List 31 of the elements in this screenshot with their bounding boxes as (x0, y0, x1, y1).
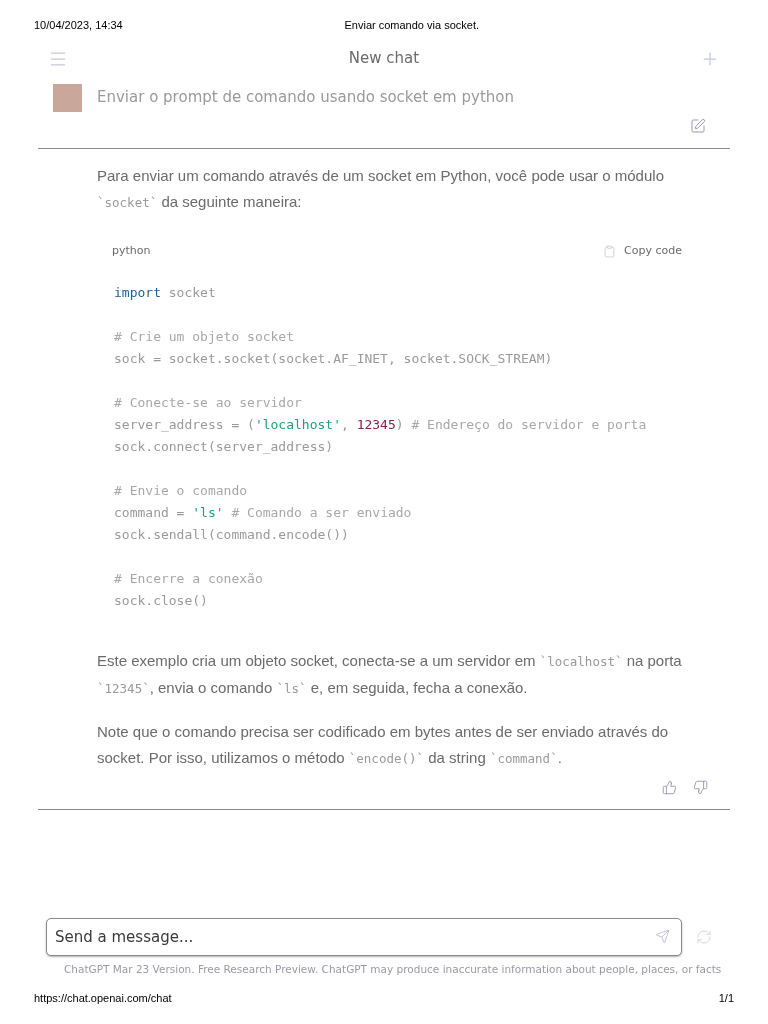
chat-title: New chat (348, 48, 420, 70)
send-icon[interactable] (655, 928, 670, 944)
code-line: server_address = ('localhost', 12345) # Endereço do servidor e porta (114, 415, 647, 434)
code-line: import socket (114, 283, 216, 302)
clipboard-icon (603, 245, 617, 258)
answer-paragraph: Este exemplo cria um objeto socket, conecta-se a um servidor em `localhost` na porta `12345`, envia o comando `ls` e, em seguida, fecha a conexão. (97, 650, 683, 698)
copy-code-button[interactable]: Copy code (603, 243, 682, 260)
edit-icon[interactable] (690, 117, 706, 134)
answer-paragraph: Para enviar um comando através de um socket em Python, você pode usar o módulo `socket` da seguinte maneira: (97, 165, 665, 212)
page-number: 1/1 (718, 990, 734, 1006)
code-line: # Conecte-se ao servidor (114, 393, 302, 412)
code-line: # Crie um objeto socket (114, 327, 294, 346)
code-line: # Envie o comando (114, 481, 248, 500)
code-line: sock.connect(server_address) (114, 437, 334, 456)
code-line: sock = socket.socket(socket.AF_INET, socket.SOCK_STREAM) (114, 349, 553, 368)
regenerate-icon[interactable] (696, 928, 712, 945)
code-line: sock.sendall(command.encode()) (114, 525, 349, 544)
thumbs-up-icon[interactable] (662, 779, 677, 795)
avatar-placeholder (53, 83, 82, 112)
code-line: command = 'ls' # Comando a ser enviado (114, 503, 412, 522)
code-line: # Encerre a conexão (114, 569, 263, 588)
code-line: sock.close() (114, 591, 208, 610)
user-message: Enviar o prompt de comando usando socket em python (97, 87, 514, 109)
answer-paragraph: Note que o comando precisa ser codificado em bytes antes de ser enviado através do socket. Por isso, utilizamos o método `encode()` da string `command`. (97, 721, 670, 768)
print-title: Enviar comando via socket. (344, 18, 479, 33)
disclaimer: ChatGPT Mar 23 Version. Free Research Preview. ChatGPT may produce inaccurate information about people, places, or facts (63, 961, 723, 977)
message-field[interactable]: Send a message... (46, 917, 682, 956)
thumbs-down-icon[interactable] (693, 779, 708, 795)
print-url: https://chat.openai.com/chat (34, 990, 172, 1006)
code-language: python (112, 243, 151, 260)
print-date: 10/04/2023, 14:34 (34, 18, 123, 33)
